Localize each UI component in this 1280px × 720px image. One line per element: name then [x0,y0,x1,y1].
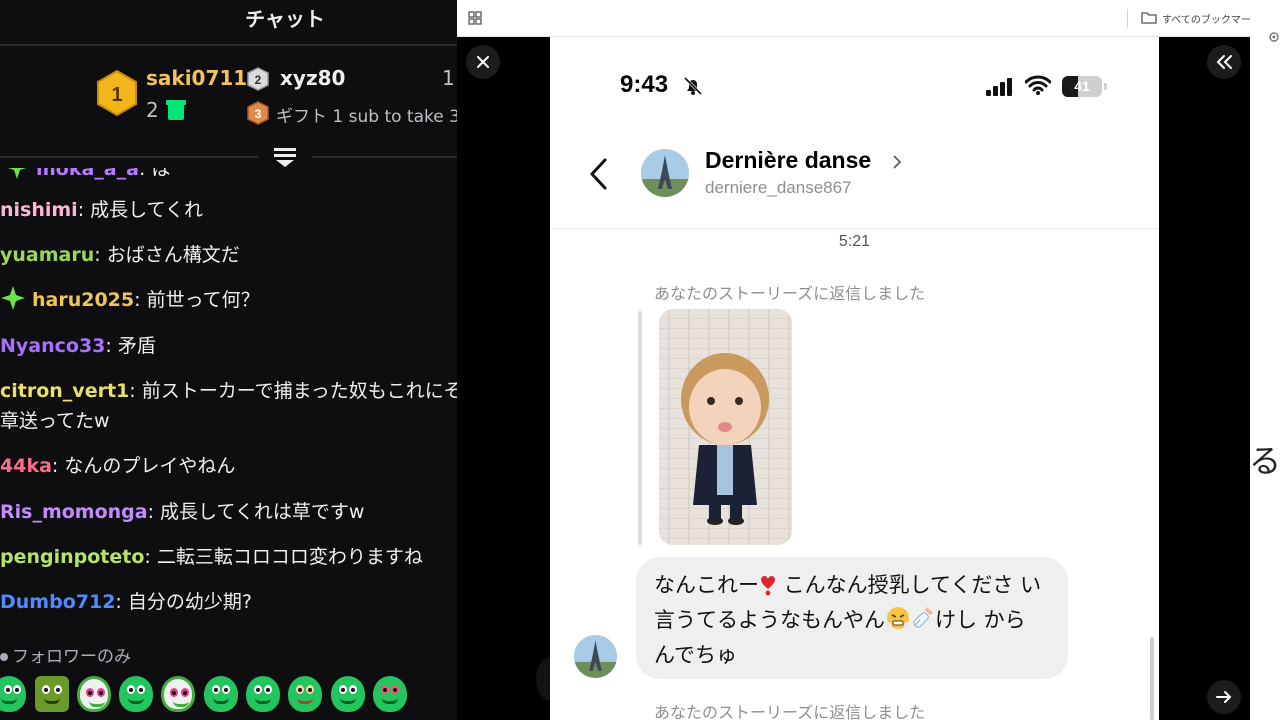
chevron-right-icon [893,155,902,169]
leaderboard-second-name[interactable]: xyz80 [280,66,345,90]
avatar[interactable] [574,635,617,678]
arrow-right-icon [1216,691,1232,703]
steam-face-icon [885,605,911,640]
contact-name[interactable]: Dernière danse [705,147,871,174]
chat-message: Nyanco33: 矛盾 [0,335,156,357]
wifi-icon [1025,75,1051,95]
expand-panel-button[interactable] [1207,45,1241,79]
story-thumbnail[interactable] [659,309,792,545]
chat-message: penginpoteto: 二転三転コロコロ変わりますね [0,546,423,568]
chat-username[interactable]: nishimi [0,199,78,221]
bronze-medal-icon: 3 [247,101,269,125]
bell-off-icon [683,76,703,96]
svg-text:3: 3 [255,107,262,121]
baby-bottle-icon [911,605,935,640]
divider [312,156,457,158]
gift-leaderboard: 1 saki0711 2 2 xyz80 1 3 ギフト 1 sub to ta… [0,50,457,150]
svg-text:2: 2 [255,73,262,87]
story-reply-label: あなたのストーリーズに返信しました [654,703,926,720]
leaderboard-second-count: 1 [442,66,455,90]
gift-icon [166,100,186,120]
story-reply-label: あなたのストーリーズに返信しました [654,284,926,303]
followers-only-mode: フォロワーのみ [0,642,131,667]
emote-icon[interactable] [331,676,365,712]
chat-message: citron_vert1: 前ストーカーで捕まった奴もこれにそ [0,380,457,402]
emote-icon[interactable] [119,676,153,712]
emote-icon[interactable] [35,676,69,712]
leaderboard-first-count: 2 [146,98,159,122]
apps-grid-icon[interactable] [468,11,482,25]
signal-icon [986,78,1012,96]
chat-message: Ris_momonga: 成長してくれは草ですw [0,501,365,523]
sparkle-badge-icon [8,168,26,179]
chat-username[interactable]: Dumbo712 [0,591,115,613]
close-button[interactable] [466,45,500,79]
emote-icon[interactable] [77,676,111,712]
chat-username[interactable]: Nyanco33 [0,335,105,357]
silver-medal-icon: 2 [247,67,269,91]
chat-username[interactable]: haru2025 [32,289,134,311]
gear-icon[interactable] [1267,30,1280,44]
divider [550,228,1159,229]
emote-bar [0,676,457,716]
next-button[interactable] [1207,680,1241,714]
bookmarks-bar: すべてのブックマーク [457,0,1261,37]
chat-message: yuamaru: おばさん構文だ [0,244,240,266]
divider [0,156,258,158]
reply-indicator-bar [638,311,642,545]
back-arrow-icon[interactable] [588,157,608,191]
cut-off-text: る [1249,442,1280,480]
chat-message-list: moka_a_a: は nishimi: 成長してくれ yuamaru: おばさ… [0,168,457,638]
chat-message: haru2025: 前世って何？ [0,285,457,316]
browser-side-strip [1250,0,1280,720]
battery-indicator: 41 [1062,76,1102,97]
emote-icon[interactable] [204,676,238,712]
contact-handle: derniere_danse867 [705,178,852,197]
child-photo-image [659,309,792,545]
collapse-icon[interactable] [272,146,298,168]
chat-panel: チャット 1 saki0711 2 2 xyz80 1 3 ギフト 1 sub … [0,0,457,720]
double-chevron-left-icon [1216,55,1232,69]
all-bookmarks-button[interactable]: すべてのブックマーク [1162,11,1261,26]
chat-message: moka_a_a: は [0,168,457,185]
folder-icon [1141,12,1157,24]
chat-title: チャット [245,7,325,31]
close-icon [477,56,489,68]
chat-username[interactable]: yuamaru [0,244,94,266]
heart-exclamation-icon [759,574,777,605]
battery-cap [1104,83,1107,90]
sparkle-badge-icon [1,286,25,310]
chat-message-continued: 章送ってたw [0,410,110,432]
avatar[interactable] [641,149,689,197]
emote-icon[interactable] [161,676,195,712]
eiffel-tower-avatar-icon [641,149,689,197]
chat-message: nishimi: 成長してくれ [0,199,204,221]
divider [1127,9,1128,28]
chat-message: Dumbo712: 自分の幼少期? [0,591,252,613]
message-bubble[interactable]: なんこれー こんなん授乳してくださ い言うてるようなもんやん けし からんでちゅ [636,557,1068,679]
emote-icon[interactable] [288,676,322,712]
status-time: 9:43 [620,71,669,98]
leaderboard-first-name[interactable]: saki0711 [146,66,247,90]
svg-text:1: 1 [111,84,122,106]
chat-username[interactable]: Ris_momonga [0,501,148,523]
divider [0,44,457,46]
chat-message: 44ka: なんのプレイやねん [0,455,236,477]
phone-screenshot: 9:43 41 Dernière danse derniere_danse867… [550,37,1159,720]
emote-icon[interactable] [373,676,407,712]
chat-username[interactable]: penginpoteto [0,546,144,568]
pin-icon [0,653,8,661]
emote-icon[interactable] [246,676,280,712]
gold-medal-icon: 1 [97,70,137,116]
chat-username[interactable]: 44ka [0,455,52,477]
scrollbar[interactable] [1150,637,1154,720]
eiffel-tower-avatar-icon [574,635,617,678]
chat-username[interactable]: citron_vert1 [0,380,129,402]
leaderboard-third-text: ギフト 1 sub to take 3 [276,107,457,127]
message-timestamp: 5:21 [838,233,871,250]
emote-icon[interactable] [0,676,26,712]
